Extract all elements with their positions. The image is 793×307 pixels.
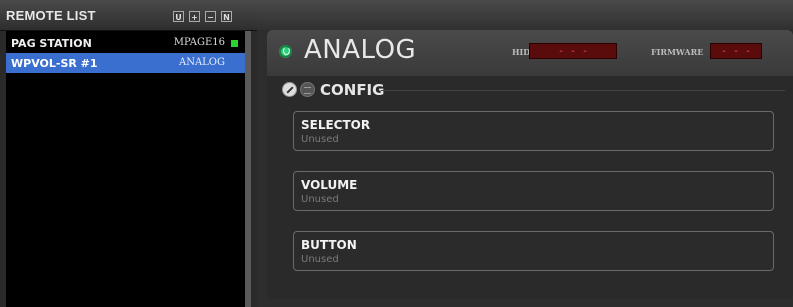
remote-name: PAG STATION	[11, 37, 92, 50]
field-label: SELECTOR	[301, 118, 371, 132]
config-section-header: CONFIG	[275, 80, 785, 100]
remove-remote-button[interactable]: −	[205, 11, 216, 22]
list-scrollbar[interactable]	[245, 31, 251, 307]
remote-type: MPAGE16	[173, 37, 225, 48]
field-label: BUTTON	[301, 238, 357, 252]
wrench-icon[interactable]	[282, 82, 297, 97]
firmware-readout: - - -	[710, 43, 762, 59]
button-field[interactable]: BUTTON Unused	[293, 231, 774, 271]
field-value: Unused	[301, 194, 339, 205]
add-remote-button[interactable]: +	[189, 11, 200, 22]
list-icon[interactable]	[300, 82, 315, 97]
firmware-label: FIRMWARE	[651, 47, 704, 57]
update-button[interactable]: U	[173, 11, 184, 22]
online-status-icon	[231, 40, 238, 47]
field-value: Unused	[301, 254, 339, 265]
remote-list-panel: REMOTE LIST U + − N PAG STATION MPAGE16 …	[0, 0, 257, 307]
top-bar	[257, 0, 793, 30]
remote-list-title: REMOTE LIST	[6, 8, 96, 23]
device-header: ANALOG HID - - - FIRMWARE - - -	[267, 30, 793, 76]
field-label: VOLUME	[301, 178, 358, 192]
device-name: ANALOG	[304, 35, 417, 65]
new-remote-button[interactable]: N	[221, 11, 232, 22]
hid-label: HID	[512, 47, 531, 57]
config-title: CONFIG	[320, 81, 385, 99]
remote-type: ANALOG	[178, 57, 225, 68]
device-panel: ANALOG HID - - - FIRMWARE - - - CONFIG S…	[267, 30, 793, 299]
hid-readout: - - -	[529, 43, 617, 59]
remote-list-item[interactable]: PAG STATION MPAGE16	[6, 33, 245, 53]
divider	[381, 90, 785, 91]
selector-field[interactable]: SELECTOR Unused	[293, 111, 774, 151]
field-value: Unused	[301, 134, 339, 145]
remote-list-header: REMOTE LIST U + − N	[0, 0, 257, 31]
remote-list-item-selected[interactable]: WPVOL-SR #1 ANALOG	[6, 53, 245, 73]
volume-field[interactable]: VOLUME Unused	[293, 171, 774, 211]
remote-list: PAG STATION MPAGE16 WPVOL-SR #1 ANALOG	[6, 31, 245, 307]
device-detail-panel: ANALOG HID - - - FIRMWARE - - - CONFIG S…	[257, 0, 793, 307]
status-led-icon	[279, 45, 292, 58]
remote-name: WPVOL-SR #1	[11, 57, 98, 70]
